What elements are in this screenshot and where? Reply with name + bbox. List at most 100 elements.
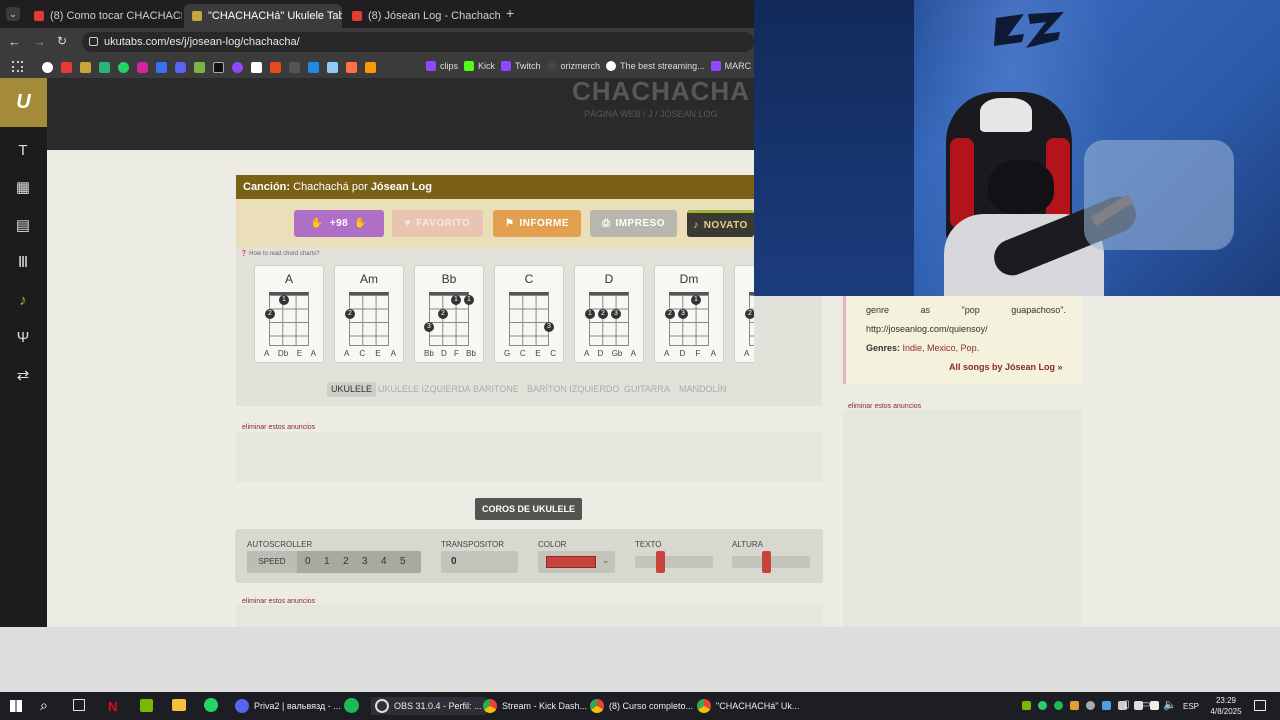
breadcrumb[interactable]: PÁGINA WEB / J / JÓSEAN LOG [584,109,718,119]
instagram-icon[interactable] [137,62,148,73]
chord-diagram[interactable]: C 3 GCEC [494,265,564,363]
site-info-icon[interactable] [89,37,98,46]
whatsapp-icon[interactable] [118,62,129,73]
usb-icon[interactable]: ▯ [1124,699,1130,710]
instrument-ukulele[interactable]: UKULELE [327,382,377,397]
text-icon[interactable]: T [14,142,32,160]
speed-option[interactable]: 2 [343,556,349,567]
artist-link[interactable]: http://joseanlog.com/quiensoy/ [866,324,988,334]
genres-list[interactable]: Indie, Mexico, Pop. [903,343,980,353]
apps-icon[interactable] [12,61,23,72]
taskbar-app[interactable]: (8) Curso completo... [590,697,693,715]
chord-diagram[interactable]: A 1 2 A Db E A [254,265,324,363]
color-select[interactable]: ⌄ [538,551,615,573]
tab-2[interactable]: "CHACHACHá" Ukulele Tabs po ✕ [184,4,342,28]
windows-start-icon[interactable] [10,700,22,712]
print-button[interactable]: ⎙ IMPRESO [590,210,677,237]
like-button[interactable]: ✋ +98 ✋ [294,210,384,237]
tiktok-icon[interactable] [213,62,224,73]
instrument-ukulele-left[interactable]: UKULELE IZQUIERDA [374,382,475,397]
bookmark-icon[interactable] [251,62,262,73]
text-size-slider[interactable] [635,551,713,573]
new-tab-button[interactable]: + [506,5,514,21]
chord-diagram[interactable]: D 1 2 3 A D Gb A [574,265,644,363]
speed-option[interactable]: 5 [400,556,406,567]
speed-option[interactable]: 3 [362,556,368,567]
bookmark-icon[interactable] [327,62,338,73]
all-songs-link[interactable]: All songs by Jósean Log » [949,362,1063,372]
book-icon[interactable]: ▤ [14,217,32,235]
bookmark-icon[interactable] [80,62,91,73]
taskbar-app[interactable]: Stream - Kick Dash... [483,697,587,715]
bookmark-icon[interactable] [308,62,319,73]
song-artist[interactable]: Jósean Log [371,181,432,193]
tray-icon[interactable] [1102,701,1111,710]
forward-icon[interactable]: → [33,34,46,49]
tray-icon[interactable] [1070,701,1079,710]
youtube-icon[interactable] [61,62,72,73]
chord-diagram[interactable]: Am 2 ACEA [334,265,404,363]
chord-diagram[interactable]: F 2 ACFA [734,265,754,363]
instrument-mandolin[interactable]: MANDOLÍN [675,382,731,397]
tuner-icon[interactable]: Ψ [14,329,32,347]
tray-icon[interactable] [1038,701,1047,710]
folder-icon[interactable] [172,699,186,711]
taskbar-app[interactable]: Priva2 | вальвязд - ... [235,697,341,715]
tab-1[interactable]: (8) Como tocar CHACHACHÁ d ✕ [26,4,182,28]
ukulele-icon[interactable]: ♪ [14,292,32,310]
favorite-button[interactable]: ♥ FAVORITO [392,210,483,237]
bookmark-icon[interactable] [289,62,300,73]
remove-ads-link[interactable]: eliminar estos anuncios [848,403,921,410]
instrument-guitar[interactable]: GUITARRA [620,382,674,397]
clock[interactable]: 23:29 4/8/2025 [1208,695,1244,717]
network-icon[interactable]: ▭ [1141,699,1150,710]
transpose-icon[interactable]: ⇄ [14,367,32,385]
report-button[interactable]: ⚑ INFORME [493,210,581,237]
bookmark-icon[interactable] [194,62,205,73]
bookmark-icon[interactable] [232,62,243,73]
address-bar[interactable]: ukutabs.com/es/j/josean-log/chachacha/ [82,32,754,52]
taskbar-app[interactable]: OBS 31.0.4 - Perfil: ... [371,697,486,715]
search-icon[interactable]: ⌕ [40,697,48,714]
tabs-icon[interactable]: Ⅲ [14,254,32,272]
tab-3[interactable]: (8) Jósean Log - Chachachá (ac ✕ [344,4,500,28]
tab-search-icon[interactable]: ⌄ [6,7,20,21]
reload-icon[interactable]: ↻ [57,34,67,48]
grid-icon[interactable]: ▦ [14,179,32,197]
tray-icon[interactable] [1086,701,1095,710]
whatsapp-icon[interactable] [204,698,218,712]
tray-icon[interactable] [1150,701,1159,710]
chord-diagram[interactable]: Bb 1 1 2 3 Bb D F Bb [414,265,484,363]
task-view-icon[interactable] [73,699,85,711]
howto-link[interactable]: ❓ How to read chord charts? [240,250,320,257]
netflix-icon[interactable]: N [108,699,117,714]
bookmark-kick[interactable]: Kick [464,61,495,71]
ukulele-chords-button[interactable]: COROS DE UKULELE [475,498,582,520]
discord-icon[interactable] [175,62,186,73]
tray-icon[interactable] [1054,701,1063,710]
slider-handle[interactable] [656,551,665,573]
nvidia-icon[interactable] [140,699,153,712]
tray-icon[interactable] [1022,701,1031,710]
transpose-input[interactable]: 0 [441,551,518,573]
bookmark-clips[interactable]: clips [426,61,458,71]
taskbar-app[interactable]: "CHACHACHá" Uk... [697,697,799,715]
chord-diagram[interactable]: Dm 1 2 3 ADFA [654,265,724,363]
slider-handle[interactable] [762,551,771,573]
bookmark-streaming[interactable]: The best streaming... [606,61,705,71]
site-logo[interactable]: U [0,78,47,127]
bookmark-icon[interactable] [99,62,110,73]
height-slider[interactable] [732,551,810,573]
bookmark-orizmerch[interactable]: orizmerch [546,61,600,71]
bookmark-twitch[interactable]: Twitch [501,61,541,71]
speed-option[interactable]: 4 [381,556,387,567]
language-indicator[interactable]: ESP [1183,702,1199,711]
bookmark-icon[interactable] [156,62,167,73]
google-icon[interactable] [42,62,53,73]
instrument-baritone-left[interactable]: BARÍTON IZQUIERDO [523,382,623,397]
instrument-baritone[interactable]: BARITONE [469,382,523,397]
bookmark-icon[interactable] [365,62,376,73]
back-icon[interactable]: ← [8,34,21,49]
bookmark-icon[interactable] [270,62,281,73]
bookmark-icon[interactable] [346,62,357,73]
